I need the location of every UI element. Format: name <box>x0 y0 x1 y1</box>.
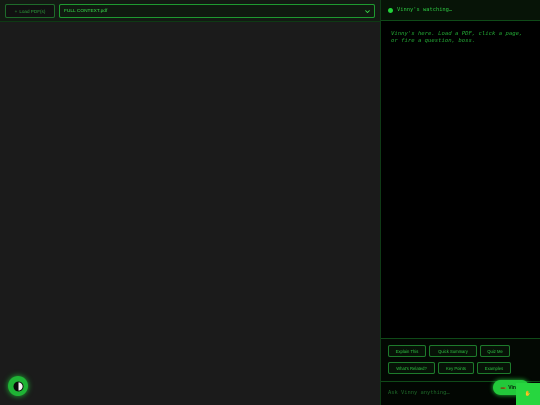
load-pdf-label: Load PDF(s) <box>19 8 46 14</box>
key-points-button[interactable]: Key Points <box>438 362 474 374</box>
quick-summary-button[interactable]: Quick Summary <box>429 345 477 357</box>
chat-status: Vinny's watching… <box>397 7 453 13</box>
status-dot-icon <box>388 7 393 13</box>
quiz-me-button[interactable]: Quiz Me <box>480 345 510 357</box>
chat-input[interactable]: Ask Vinny anything… <box>388 390 450 396</box>
welcome-message: Vinny's here. Load a PDF, click a page, … <box>391 31 523 44</box>
chevron-down-icon <box>365 10 370 14</box>
corner-hand-tab[interactable]: ✋ <box>516 383 540 405</box>
pdf-page-canvas[interactable] <box>0 22 380 405</box>
quick-actions: Explain This Quick Summary Quiz Me What'… <box>381 338 540 381</box>
chat-messages: Vinny's here. Load a PDF, click a page, … <box>381 21 540 338</box>
chat-header: Vinny's watching… <box>381 0 540 21</box>
examples-button[interactable]: Examples <box>477 362 511 374</box>
pdf-file-select[interactable]: FULL CONTEXT.pdf <box>59 4 375 18</box>
viewer-toolbar: + Load PDF(s) FULL CONTEXT.pdf <box>0 0 380 22</box>
selected-file-label: FULL CONTEXT.pdf <box>64 8 108 14</box>
chat-panel: Vinny's watching… Vinny's here. Load a P… <box>380 0 540 405</box>
pdf-viewer-pane: + Load PDF(s) FULL CONTEXT.pdf <box>0 0 380 405</box>
theme-toggle-button[interactable] <box>8 376 28 396</box>
plus-icon: + <box>14 8 18 14</box>
whats-related-button[interactable]: What's Related? <box>388 362 435 374</box>
half-circle-icon <box>12 380 24 392</box>
load-pdf-button[interactable]: + Load PDF(s) <box>5 4 55 18</box>
cigar-icon <box>500 386 506 389</box>
explain-this-button[interactable]: Explain This <box>388 345 426 357</box>
hand-icon: ✋ <box>524 391 532 397</box>
